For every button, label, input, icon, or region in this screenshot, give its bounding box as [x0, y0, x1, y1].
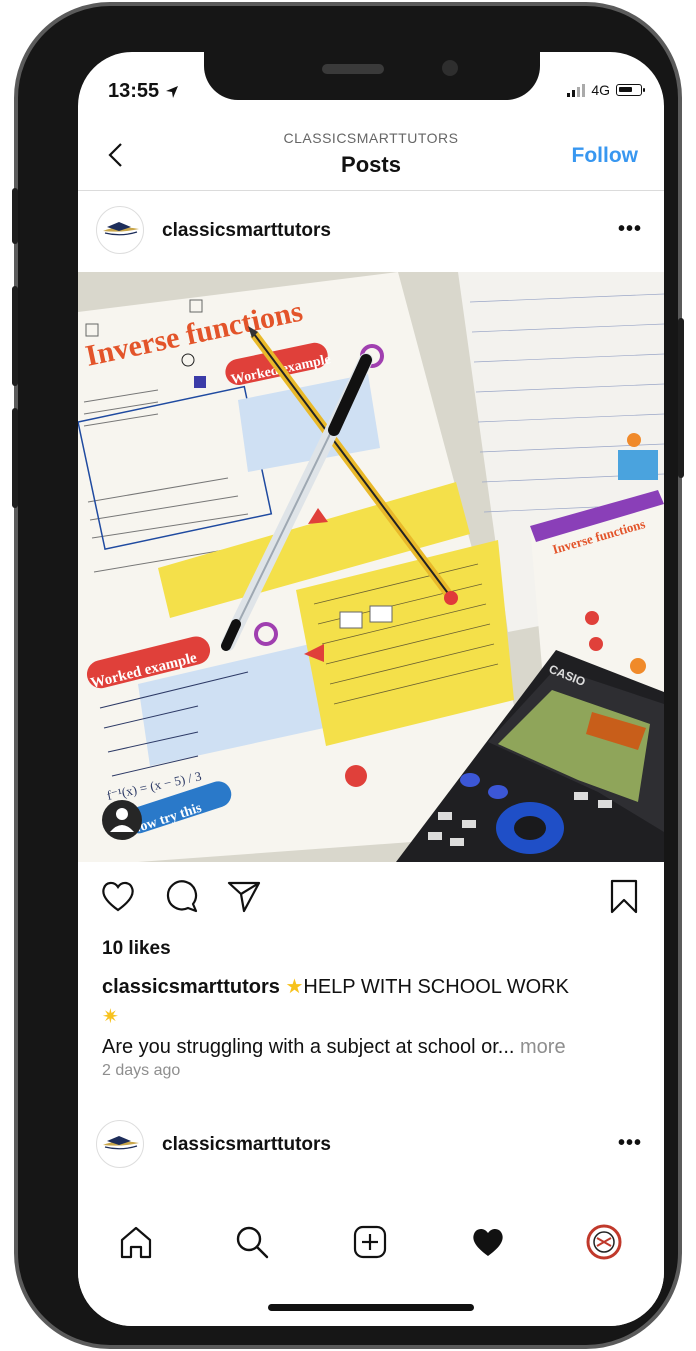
- post-header: classicsmarttutors •••: [78, 202, 664, 260]
- post-username-2[interactable]: classicsmarttutors: [162, 1134, 331, 1156]
- speaker: [322, 64, 384, 74]
- notch: [204, 52, 540, 100]
- signal-icon: [567, 83, 586, 97]
- home-icon: [120, 1226, 152, 1259]
- bookmark-icon[interactable]: [604, 876, 644, 916]
- post-timestamp: 2 days ago: [102, 1062, 181, 1079]
- screen: 13:55 4G CLASSICSMARTTUTORS Posts Follow: [78, 52, 664, 1326]
- more-options-icon[interactable]: •••: [618, 1132, 642, 1155]
- status-indicators: 4G: [567, 82, 645, 98]
- star-icon: ★: [285, 976, 304, 998]
- post-caption: classicsmarttutors ★HELP WITH SCHOOL WOR…: [102, 972, 642, 1062]
- home-indicator[interactable]: [268, 1304, 474, 1311]
- location-arrow-icon: [165, 85, 178, 98]
- send-icon[interactable]: [224, 876, 264, 916]
- mute-switch: [12, 188, 18, 244]
- caption-text: HELP WITH SCHOOL WORK: [303, 976, 569, 998]
- header-divider: [78, 190, 664, 191]
- tab-profile[interactable]: [582, 1220, 626, 1264]
- tab-activity[interactable]: [466, 1220, 510, 1264]
- nav-header: CLASSICSMARTTUTORS Posts Follow: [78, 126, 664, 190]
- post-image[interactable]: Inverse functions Worked example Worked …: [78, 272, 664, 862]
- network-label: 4G: [591, 82, 610, 98]
- heart-icon[interactable]: [98, 876, 138, 916]
- power-button: [678, 318, 684, 478]
- more-link[interactable]: more: [520, 1036, 566, 1058]
- volume-up-button: [12, 286, 18, 386]
- tab-new-post[interactable]: [348, 1220, 392, 1264]
- avatar[interactable]: [96, 206, 144, 254]
- volume-down-button: [12, 408, 18, 508]
- post-header-2: classicsmarttutors •••: [78, 1116, 664, 1174]
- graduation-cap-logo: [103, 222, 139, 236]
- photo-illustration: Inverse functions Worked example Worked …: [78, 272, 664, 862]
- more-options-icon[interactable]: •••: [618, 218, 642, 241]
- front-camera: [442, 60, 458, 76]
- avatar[interactable]: [96, 1120, 144, 1168]
- heart-filled-icon: [473, 1228, 503, 1256]
- sparkle-icon: ✷: [102, 1006, 119, 1028]
- search-icon: [236, 1226, 269, 1259]
- plus-square-icon: [353, 1225, 387, 1259]
- status-time: 13:55: [108, 80, 179, 103]
- phone-frame: 13:55 4G CLASSICSMARTTUTORS Posts Follow: [12, 2, 684, 1349]
- comment-icon[interactable]: [162, 876, 202, 916]
- battery-icon: [616, 84, 645, 96]
- post-username[interactable]: classicsmarttutors: [162, 220, 331, 242]
- post-actions: [78, 870, 664, 926]
- caption-line2: Are you struggling with a subject at sch…: [102, 1036, 515, 1058]
- graduation-cap-logo: [103, 1136, 139, 1150]
- profile-avatar-icon: [586, 1224, 622, 1260]
- tab-home[interactable]: [114, 1220, 158, 1264]
- follow-button[interactable]: Follow: [572, 144, 639, 168]
- likes-count[interactable]: 10 likes: [102, 938, 171, 960]
- caption-username[interactable]: classicsmarttutors: [102, 976, 280, 998]
- tab-search[interactable]: [230, 1220, 274, 1264]
